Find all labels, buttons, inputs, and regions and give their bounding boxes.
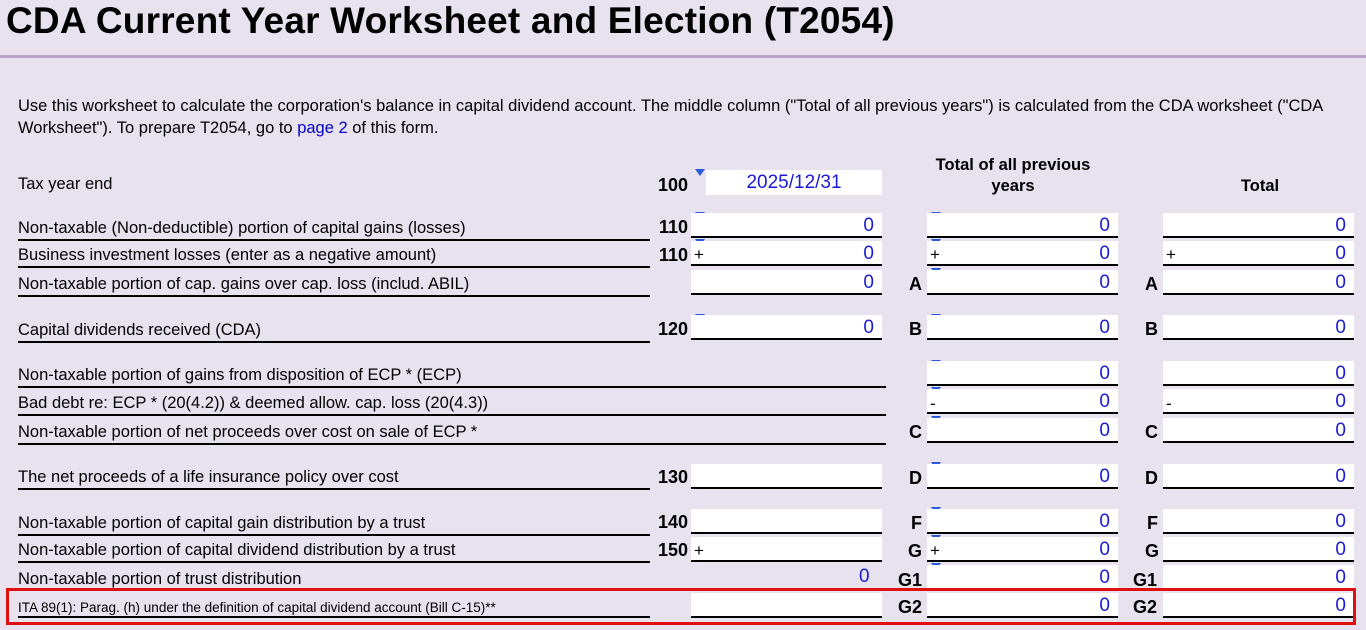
- plus-sign: +: [930, 245, 940, 264]
- total-field-d[interactable]: 0: [1163, 464, 1354, 489]
- line-code-100: 100: [657, 175, 688, 195]
- row-label-trust-capital-dividend: Non-taxable portion of capital dividend …: [18, 541, 650, 563]
- minus-sign: -: [1166, 394, 1172, 413]
- total-field-ecp[interactable]: 0: [1163, 361, 1354, 386]
- column-header-previous-years: Total of all previous years: [935, 156, 1091, 195]
- page-title: CDA Current Year Worksheet and Election …: [6, 0, 895, 41]
- current-year-field-110[interactable]: 0: [691, 213, 882, 238]
- row-label-business-investment-losses: Business investment losses (enter as a n…: [18, 246, 650, 268]
- line-letter-d: D: [909, 468, 922, 488]
- minus-sign: -: [930, 394, 936, 413]
- row-label-nontaxable-capital-gains: Non-taxable (Non-deductible) portion of …: [18, 219, 650, 241]
- line-code-120: 120: [657, 319, 688, 339]
- plus-sign: +: [694, 245, 704, 264]
- current-year-field-140[interactable]: [691, 509, 882, 534]
- dropdown-marker-icon: [695, 169, 705, 176]
- current-year-value-g1: 0: [859, 566, 870, 587]
- intro-text-end: of this form.: [347, 119, 439, 137]
- intro-text: Use this worksheet to calculate the corp…: [18, 97, 1323, 137]
- row-label-life-insurance: The net proceeds of a life insurance pol…: [18, 468, 650, 490]
- row-label-net-cap-gains: Non-taxable portion of cap. gains over c…: [18, 275, 650, 297]
- line-letter-b-total: B: [1145, 319, 1158, 339]
- previous-years-field-f[interactable]: 0: [927, 509, 1118, 534]
- total-field-110[interactable]: 0: [1163, 213, 1354, 238]
- line-code-130: 130: [657, 467, 688, 487]
- column-header-total: Total: [1240, 177, 1280, 195]
- plus-sign: +: [694, 541, 704, 560]
- plus-sign: +: [1166, 245, 1176, 264]
- previous-years-field-b[interactable]: 0: [927, 315, 1118, 340]
- current-year-field-120[interactable]: 0: [691, 315, 882, 340]
- line-letter-g: G: [908, 541, 923, 561]
- page-2-link[interactable]: page 2: [297, 119, 347, 137]
- row-label-capital-dividends-received: Capital dividends received (CDA): [18, 321, 650, 343]
- line-code-110-bil: 110: [658, 245, 688, 265]
- line-letter-f-total: F: [1147, 513, 1158, 533]
- line-letter-c-total: C: [1145, 422, 1158, 442]
- line-letter-f: F: [911, 513, 922, 533]
- row-label-ecp-gains: Non-taxable portion of gains from dispos…: [18, 366, 886, 388]
- row-label-trust-capital-gain: Non-taxable portion of capital gain dist…: [18, 514, 650, 536]
- row-label-trust-distribution: Non-taxable portion of trust distributio…: [18, 570, 302, 588]
- line-letter-a: A: [909, 274, 922, 294]
- plus-sign: +: [930, 541, 940, 560]
- line-letter-c: C: [909, 422, 922, 442]
- tax-year-end-field[interactable]: 2025/12/31: [706, 170, 882, 195]
- intro-paragraph: Use this worksheet to calculate the corp…: [18, 95, 1338, 139]
- total-field-bil[interactable]: 0: [1163, 241, 1354, 266]
- row-label-bad-debt-ecp: Bad debt re: ECP * (20(4.2)) & deemed al…: [18, 394, 886, 416]
- row-label-ecp-net-proceeds: Non-taxable portion of net proceeds over…: [18, 423, 886, 445]
- total-field-b[interactable]: 0: [1163, 315, 1354, 340]
- line-code-110: 110: [658, 217, 688, 237]
- previous-years-field-a[interactable]: 0: [927, 270, 1118, 295]
- line-letter-g-total: G: [1145, 541, 1160, 561]
- total-field-g1[interactable]: 0: [1163, 565, 1354, 590]
- previous-years-field-g[interactable]: 0: [927, 537, 1118, 562]
- total-field-g[interactable]: 0: [1163, 537, 1354, 562]
- line-code-150: 150: [657, 540, 688, 560]
- current-year-field-bil[interactable]: 0: [691, 241, 882, 266]
- previous-years-field-110[interactable]: 0: [927, 213, 1118, 238]
- previous-years-field-bad-debt[interactable]: 0: [927, 389, 1118, 414]
- tax-year-end-label: Tax year end: [18, 175, 113, 193]
- line-letter-a-total: A: [1145, 274, 1158, 294]
- previous-years-field-g1[interactable]: 0: [927, 565, 1118, 590]
- previous-years-field-bil[interactable]: 0: [927, 241, 1118, 266]
- current-year-field-a[interactable]: 0: [691, 270, 882, 295]
- total-field-bad-debt[interactable]: 0: [1163, 389, 1354, 414]
- line-letter-d-total: D: [1145, 468, 1158, 488]
- title-divider: [0, 55, 1366, 58]
- previous-years-field-c[interactable]: 0: [927, 418, 1118, 443]
- highlight-box: [6, 588, 1356, 625]
- current-year-field-150[interactable]: [691, 537, 882, 562]
- total-field-a[interactable]: 0: [1163, 270, 1354, 295]
- current-year-field-130[interactable]: [691, 464, 882, 489]
- previous-years-field-d[interactable]: 0: [927, 464, 1118, 489]
- total-field-f[interactable]: 0: [1163, 509, 1354, 534]
- previous-years-field-ecp[interactable]: 0: [927, 361, 1118, 386]
- line-letter-b: B: [909, 319, 922, 339]
- line-code-140: 140: [657, 512, 688, 532]
- total-field-c[interactable]: 0: [1163, 418, 1354, 443]
